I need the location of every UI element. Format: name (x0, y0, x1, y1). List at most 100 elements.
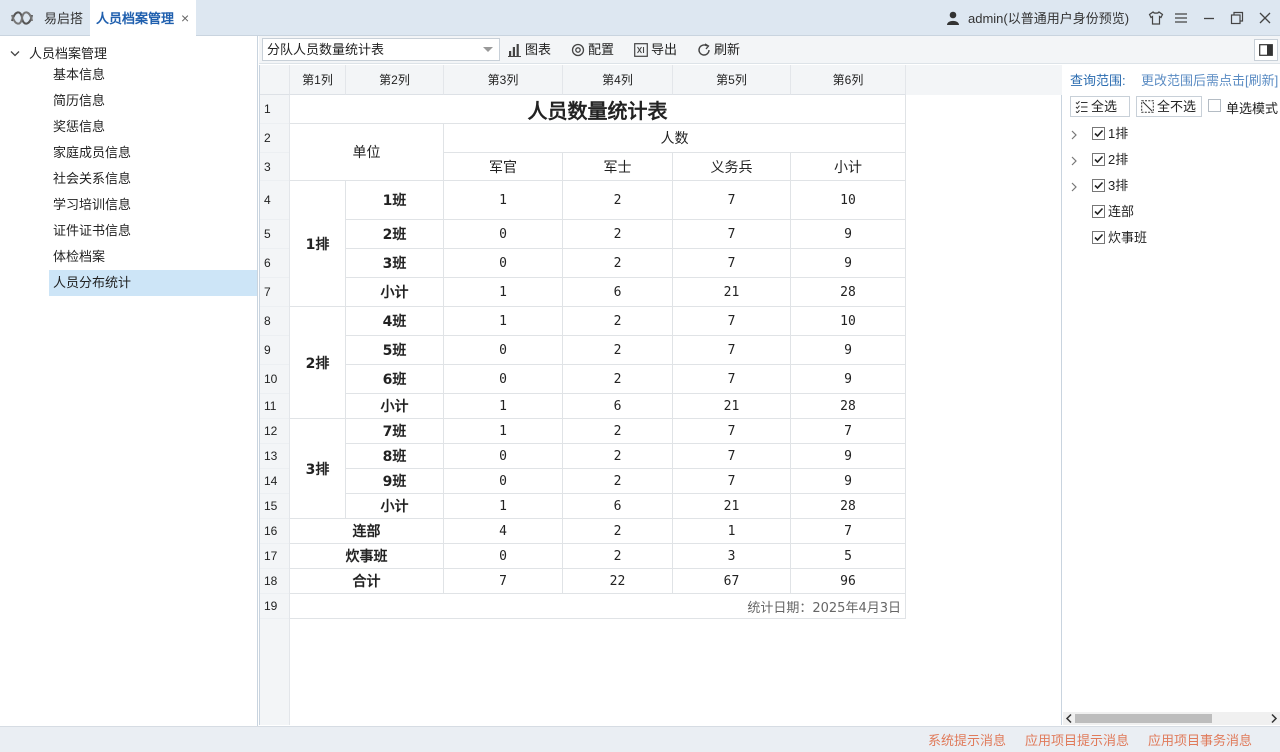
sidebar-item-certificates[interactable]: 证件证书信息 (49, 218, 257, 244)
sub-header-cell[interactable]: 义务兵 (673, 153, 791, 181)
unit-cell[interactable]: 1班 (346, 181, 444, 220)
value-cell[interactable]: 7 (673, 249, 791, 278)
value-cell[interactable]: 7 (673, 220, 791, 249)
unit-cell[interactable]: 合计 (290, 569, 444, 594)
value-cell[interactable]: 2 (563, 220, 673, 249)
scroll-left-icon[interactable] (1064, 712, 1074, 725)
value-cell[interactable]: 6 (563, 394, 673, 419)
unit-header-cell[interactable]: 单位 (290, 124, 444, 181)
group-cell[interactable]: 1排 (290, 181, 346, 307)
value-cell[interactable]: 1 (444, 419, 563, 444)
row-header[interactable]: 1 (260, 95, 289, 124)
row-header[interactable]: 18 (260, 569, 289, 594)
value-cell[interactable]: 2 (563, 365, 673, 394)
row-header[interactable]: 4 (260, 181, 289, 220)
scope-tree-item[interactable]: 2排 (1070, 147, 1270, 173)
value-cell[interactable]: 7 (673, 469, 791, 494)
value-cell[interactable]: 21 (673, 278, 791, 307)
report-select[interactable]: 分队人员数量统计表 (262, 38, 500, 61)
unit-cell[interactable]: 9班 (346, 469, 444, 494)
row-header[interactable]: 6 (260, 249, 289, 278)
row-header[interactable]: 14 (260, 469, 289, 494)
row-header[interactable]: 10 (260, 365, 289, 394)
app-task-message-link[interactable]: 应用项目事务消息 (1148, 727, 1252, 752)
row-header[interactable]: 17 (260, 544, 289, 569)
checkbox-icon[interactable] (1092, 205, 1105, 218)
value-cell[interactable]: 2 (563, 336, 673, 365)
row-header[interactable]: 12 (260, 419, 289, 444)
value-cell[interactable]: 21 (673, 394, 791, 419)
unit-cell[interactable]: 小计 (346, 278, 444, 307)
count-header-cell[interactable]: 人数 (444, 124, 906, 153)
row-header[interactable]: 7 (260, 278, 289, 307)
app-name-tab[interactable]: 易启搭 (36, 0, 91, 36)
checkbox-icon[interactable] (1092, 127, 1105, 140)
scope-tree-item[interactable]: 连部 (1070, 199, 1270, 225)
chevron-down-icon[interactable] (10, 50, 20, 58)
report-date-cell[interactable]: 统计日期：2025年4月3日 (290, 594, 906, 619)
row-header[interactable]: 13 (260, 444, 289, 469)
value-cell[interactable]: 9 (791, 469, 906, 494)
row-header[interactable]: 9 (260, 336, 289, 365)
column-header[interactable]: 第3列 (444, 65, 563, 95)
value-cell[interactable]: 28 (791, 494, 906, 519)
value-cell[interactable]: 0 (444, 365, 563, 394)
sub-header-cell[interactable]: 军官 (444, 153, 563, 181)
value-cell[interactable]: 9 (791, 444, 906, 469)
sidebar-item-training[interactable]: 学习培训信息 (49, 192, 257, 218)
scope-tree-item[interactable]: 1排 (1070, 121, 1270, 147)
value-cell[interactable]: 7 (673, 336, 791, 365)
row-header[interactable]: 2 (260, 124, 289, 153)
unit-cell[interactable]: 4班 (346, 307, 444, 336)
select-none-button[interactable]: 全不选 (1136, 96, 1202, 117)
unit-cell[interactable]: 2班 (346, 220, 444, 249)
column-header[interactable]: 第5列 (673, 65, 791, 95)
unit-cell[interactable]: 炊事班 (290, 544, 444, 569)
scrollbar-thumb[interactable] (1075, 714, 1212, 723)
sidebar-item-distribution[interactable]: 人员分布统计 (49, 270, 257, 296)
sidebar-item-medical[interactable]: 体检档案 (49, 244, 257, 270)
value-cell[interactable]: 0 (444, 469, 563, 494)
corner-cell[interactable] (260, 65, 290, 95)
value-cell[interactable]: 2 (563, 181, 673, 220)
value-cell[interactable]: 1 (444, 307, 563, 336)
value-cell[interactable]: 1 (444, 494, 563, 519)
row-header[interactable]: 15 (260, 494, 289, 519)
chart-button[interactable]: 图表 (508, 36, 551, 64)
unit-cell[interactable]: 3班 (346, 249, 444, 278)
restore-icon[interactable] (1229, 10, 1245, 26)
value-cell[interactable]: 28 (791, 278, 906, 307)
scope-tree-item[interactable]: 炊事班 (1070, 225, 1270, 251)
value-cell[interactable]: 7 (673, 365, 791, 394)
value-cell[interactable]: 9 (791, 249, 906, 278)
scroll-right-icon[interactable] (1269, 712, 1279, 725)
unit-cell[interactable]: 5班 (346, 336, 444, 365)
horizontal-scrollbar[interactable] (1063, 712, 1280, 725)
value-cell[interactable]: 28 (791, 394, 906, 419)
export-button[interactable]: 导出 (634, 36, 677, 64)
value-cell[interactable]: 1 (444, 181, 563, 220)
checkbox-icon[interactable] (1092, 153, 1105, 166)
value-cell[interactable]: 21 (673, 494, 791, 519)
sidebar-item-rewards[interactable]: 奖惩信息 (49, 114, 257, 140)
value-cell[interactable]: 96 (791, 569, 906, 594)
value-cell[interactable]: 2 (563, 419, 673, 444)
value-cell[interactable]: 7 (791, 419, 906, 444)
unit-cell[interactable]: 7班 (346, 419, 444, 444)
value-cell[interactable]: 6 (563, 278, 673, 307)
user-menu[interactable]: admin(以普通用户身份预览) (946, 0, 1129, 36)
sub-header-cell[interactable]: 小计 (791, 153, 906, 181)
checkbox-icon[interactable] (1092, 231, 1105, 244)
unit-cell[interactable]: 小计 (346, 394, 444, 419)
refresh-button[interactable]: 刷新 (697, 36, 740, 64)
column-header[interactable]: 第6列 (791, 65, 906, 95)
value-cell[interactable]: 0 (444, 249, 563, 278)
app-message-link[interactable]: 应用项目提示消息 (1025, 727, 1129, 752)
value-cell[interactable]: 9 (791, 365, 906, 394)
value-cell[interactable]: 7 (673, 181, 791, 220)
value-cell[interactable]: 67 (673, 569, 791, 594)
column-header[interactable]: 第2列 (346, 65, 444, 95)
unit-cell[interactable]: 8班 (346, 444, 444, 469)
system-message-link[interactable]: 系统提示消息 (928, 727, 1006, 752)
unit-cell[interactable]: 小计 (346, 494, 444, 519)
